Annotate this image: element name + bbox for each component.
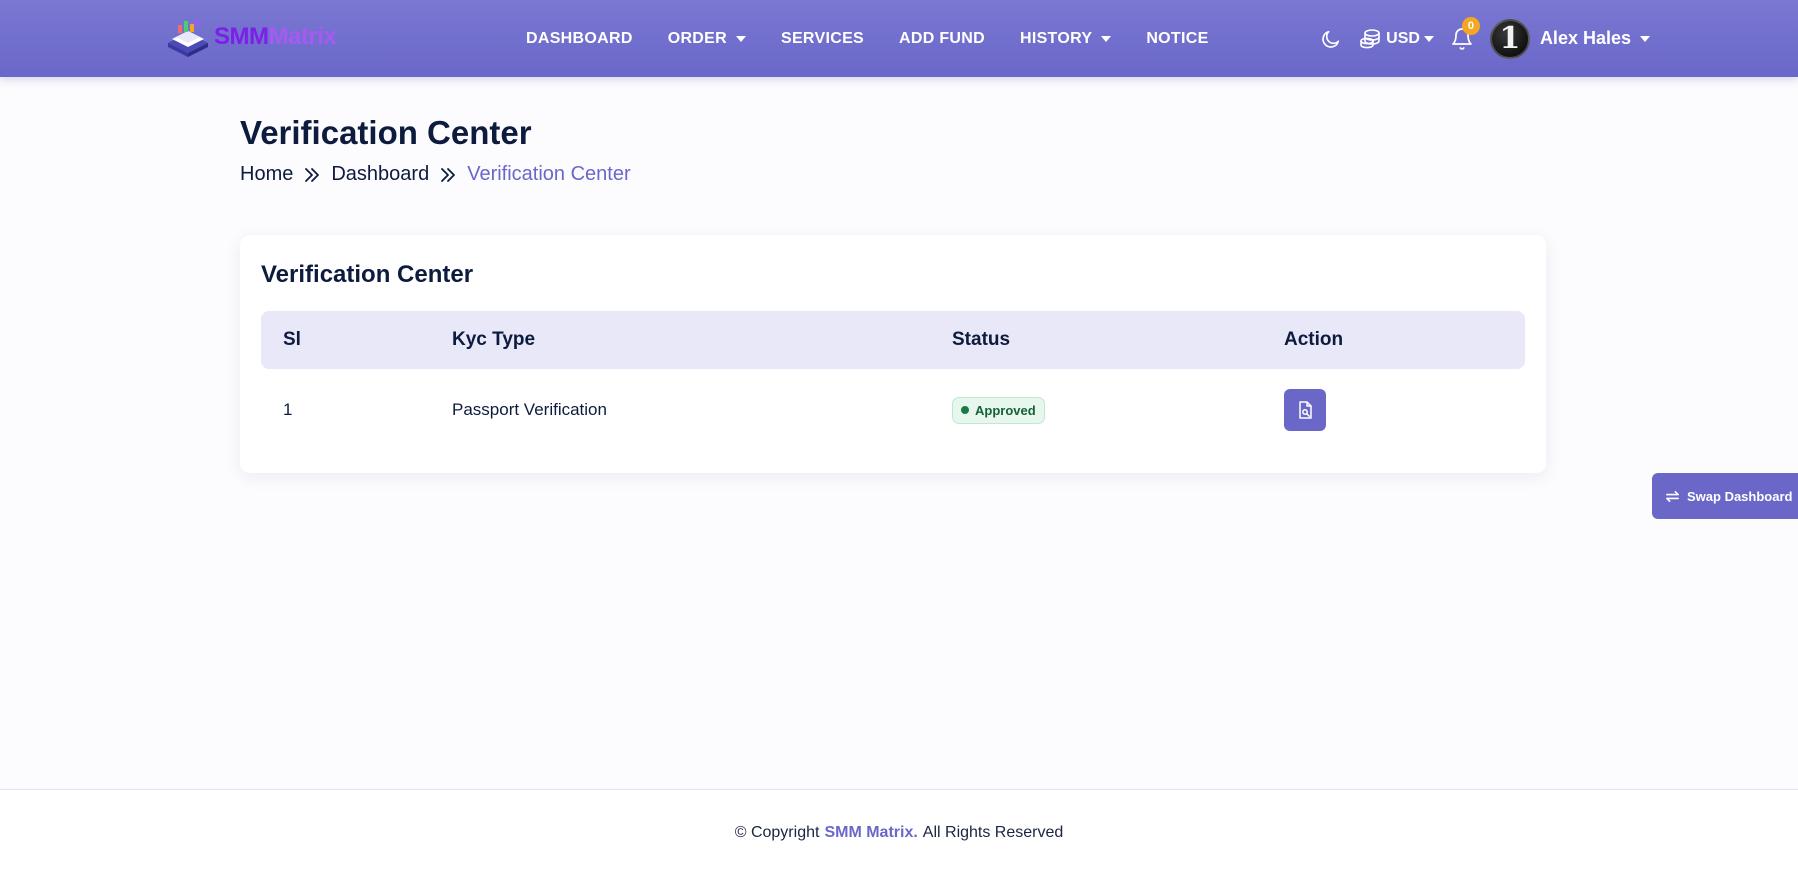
verification-card: Verification Center Sl Kyc Type Status A… xyxy=(240,235,1546,473)
cell-status: Approved xyxy=(952,369,1045,451)
brand-logo-link[interactable]: SMMMatrix xyxy=(164,14,337,60)
footer-rights: All Rights Reserved xyxy=(922,823,1064,841)
chevron-down-icon xyxy=(1423,35,1434,42)
theme-toggle-button[interactable] xyxy=(1320,28,1342,50)
nav-dashboard-label: DASHBOARD xyxy=(526,29,633,47)
brand-name-part1: SMM xyxy=(214,23,269,50)
chevron-down-icon xyxy=(1640,35,1650,42)
nav-notice-label: NOTICE xyxy=(1146,29,1209,47)
user-menu[interactable]: Alex Hales xyxy=(1540,28,1650,49)
swap-dashboard-label: Swap Dashboard xyxy=(1687,488,1793,504)
cell-kyc-type: Passport Verification xyxy=(452,400,607,419)
column-header-kyc-type: Kyc Type xyxy=(452,329,536,350)
top-navbar: SMMMatrix DASHBOARD ORDER SERVICES ADD F… xyxy=(0,0,1798,77)
card-title: Verification Center xyxy=(261,261,474,288)
brand-name-part2: Matrix xyxy=(268,23,337,50)
nav-history-label: HISTORY xyxy=(1019,29,1093,47)
nav-add-fund-label: ADD FUND xyxy=(899,29,985,47)
moon-icon xyxy=(1322,30,1340,48)
coins-icon xyxy=(1360,28,1380,48)
brand-name: SMMMatrix xyxy=(214,23,337,51)
brand-logo-icon xyxy=(168,20,208,57)
cell-action xyxy=(1284,369,1326,451)
main-nav: DASHBOARD ORDER SERVICES ADD FUND HISTOR… xyxy=(526,0,1244,77)
currency-selector[interactable]: USD xyxy=(1358,27,1434,51)
footer: © Copyright SMM Matrix. All Rights Reser… xyxy=(0,789,1798,875)
column-header-status: Status xyxy=(952,329,1011,350)
breadcrumb-dashboard[interactable]: Dashboard xyxy=(331,163,429,186)
page-title: Verification Center xyxy=(240,114,532,151)
column-header-action: Action xyxy=(1284,329,1344,350)
nav-dashboard[interactable]: DASHBOARD xyxy=(526,30,633,48)
breadcrumb: Home Dashboard Verification Center xyxy=(240,163,631,186)
nav-services[interactable]: SERVICES xyxy=(781,30,864,48)
nav-history[interactable]: HISTORY xyxy=(1019,29,1112,48)
status-badge-label: Approved xyxy=(975,402,1036,418)
table-header: Sl Kyc Type Status Action xyxy=(261,311,1525,369)
header-tools: USD 0 1 Alex Hales xyxy=(1320,0,1650,77)
cell-sl: 1 xyxy=(283,400,293,419)
breadcrumb-current: Verification Center xyxy=(467,163,631,185)
status-dot-icon xyxy=(961,406,969,414)
table-row: 1 Passport Verification Approved xyxy=(261,369,1525,451)
chevron-down-icon xyxy=(735,35,746,42)
notifications-button[interactable]: 0 xyxy=(1450,16,1480,51)
double-chevron-right-icon xyxy=(303,166,321,184)
status-badge: Approved xyxy=(952,396,1045,424)
nav-order-label: ORDER xyxy=(667,29,727,47)
breadcrumb-home[interactable]: Home xyxy=(240,163,293,186)
swap-dashboard-button[interactable]: Swap Dashboard xyxy=(1652,473,1798,519)
username-label: Alex Hales xyxy=(1539,28,1631,48)
swap-arrows-icon xyxy=(1666,490,1679,502)
currency-label: USD xyxy=(1386,29,1420,47)
footer-copyright: © Copyright xyxy=(734,823,820,841)
view-document-button[interactable] xyxy=(1284,389,1326,431)
nav-order[interactable]: ORDER xyxy=(668,30,746,48)
nav-notice[interactable]: NOTICE xyxy=(1146,30,1208,48)
chevron-down-icon xyxy=(1101,35,1112,42)
avatar[interactable]: 1 xyxy=(1489,18,1530,59)
footer-brand-link[interactable]: SMM Matrix. xyxy=(824,824,917,842)
notification-count-badge: 0 xyxy=(1461,16,1480,35)
nav-add-fund[interactable]: ADD FUND xyxy=(899,30,985,48)
column-header-sl: Sl xyxy=(283,329,301,350)
double-chevron-right-icon xyxy=(439,166,457,184)
document-view-icon xyxy=(1299,401,1312,419)
nav-services-label: SERVICES xyxy=(780,29,865,47)
